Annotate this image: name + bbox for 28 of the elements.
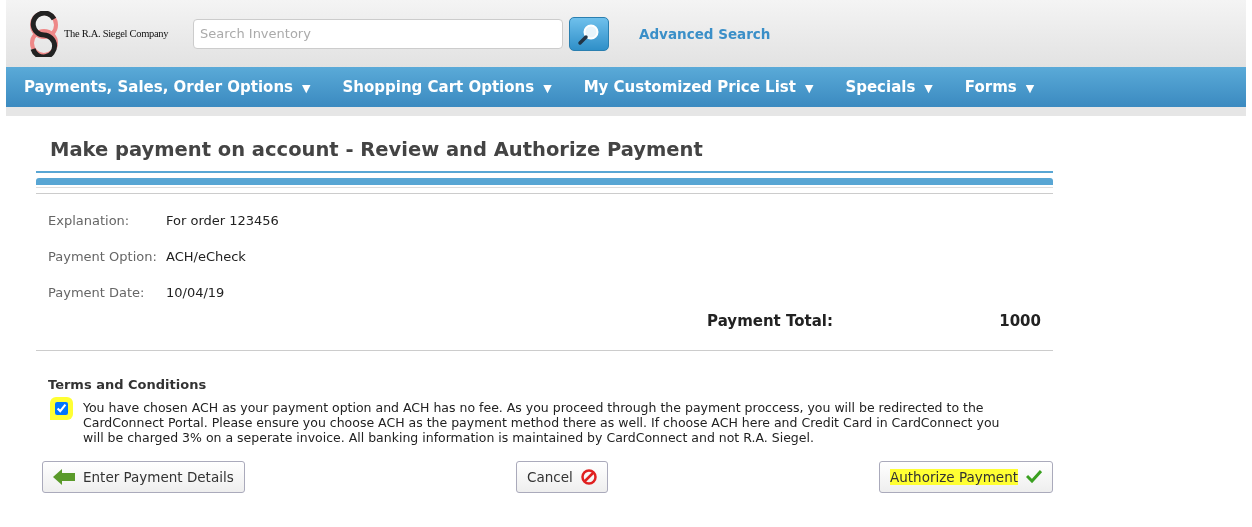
logo-icon (28, 10, 60, 57)
field-label: Explanation: (48, 213, 131, 228)
prohibited-icon (580, 469, 597, 485)
checkmark-icon (1026, 469, 1042, 483)
page-title: Make payment on account - Review and Authorize Payment (50, 138, 704, 161)
terms-checkbox[interactable] (55, 402, 68, 415)
cancel-button[interactable]: Cancel (516, 461, 608, 493)
left-arrow-icon (53, 469, 75, 485)
logo-text: The R.A. Siegel Company (64, 28, 169, 39)
terms-text: You have chosen ACH as your payment option and ACH has no fee. As you proceed through the payment proccess, you will be redirected to the CardConnect Portal. Please ensure you choose ACH as the payment method there as well. If choose ACH here and Credit Card in CardConnect you will be charged 3% on a seperate invoice. All banking information is maintained by CardConnect and not R.A. Siegel. (83, 400, 1001, 445)
back-button[interactable]: Enter Payment Details (42, 461, 245, 493)
total-label: Payment Total: (707, 312, 833, 330)
nav-menu-item[interactable]: Shopping Cart Options ▼ (342, 78, 552, 96)
terms-heading: Terms and Conditions (48, 377, 208, 392)
field-label: Payment Option: (48, 249, 158, 264)
nav-menu-item[interactable]: Forms ▼ (964, 78, 1035, 96)
search-button[interactable] (569, 16, 609, 51)
nav-menu-item[interactable]: My Customized Price List ▼ (583, 78, 814, 96)
field-value: ACH/eCheck (166, 249, 246, 264)
total-value: 1000 (998, 312, 1041, 330)
field-value: For order 123456 (166, 213, 279, 228)
nav-menu-item[interactable]: Payments, Sales, Order Options ▼ (24, 78, 311, 96)
advanced-search-link[interactable]: Advanced Search (639, 25, 771, 42)
search-field[interactable]: Search Inventory (193, 18, 563, 49)
nav-menu-item[interactable]: Specials ▼ (845, 78, 933, 96)
authorize-button[interactable]: Authorize Payment (879, 461, 1053, 493)
field-label: Payment Date: (48, 285, 146, 300)
field-value: 10/04/19 (166, 285, 225, 300)
